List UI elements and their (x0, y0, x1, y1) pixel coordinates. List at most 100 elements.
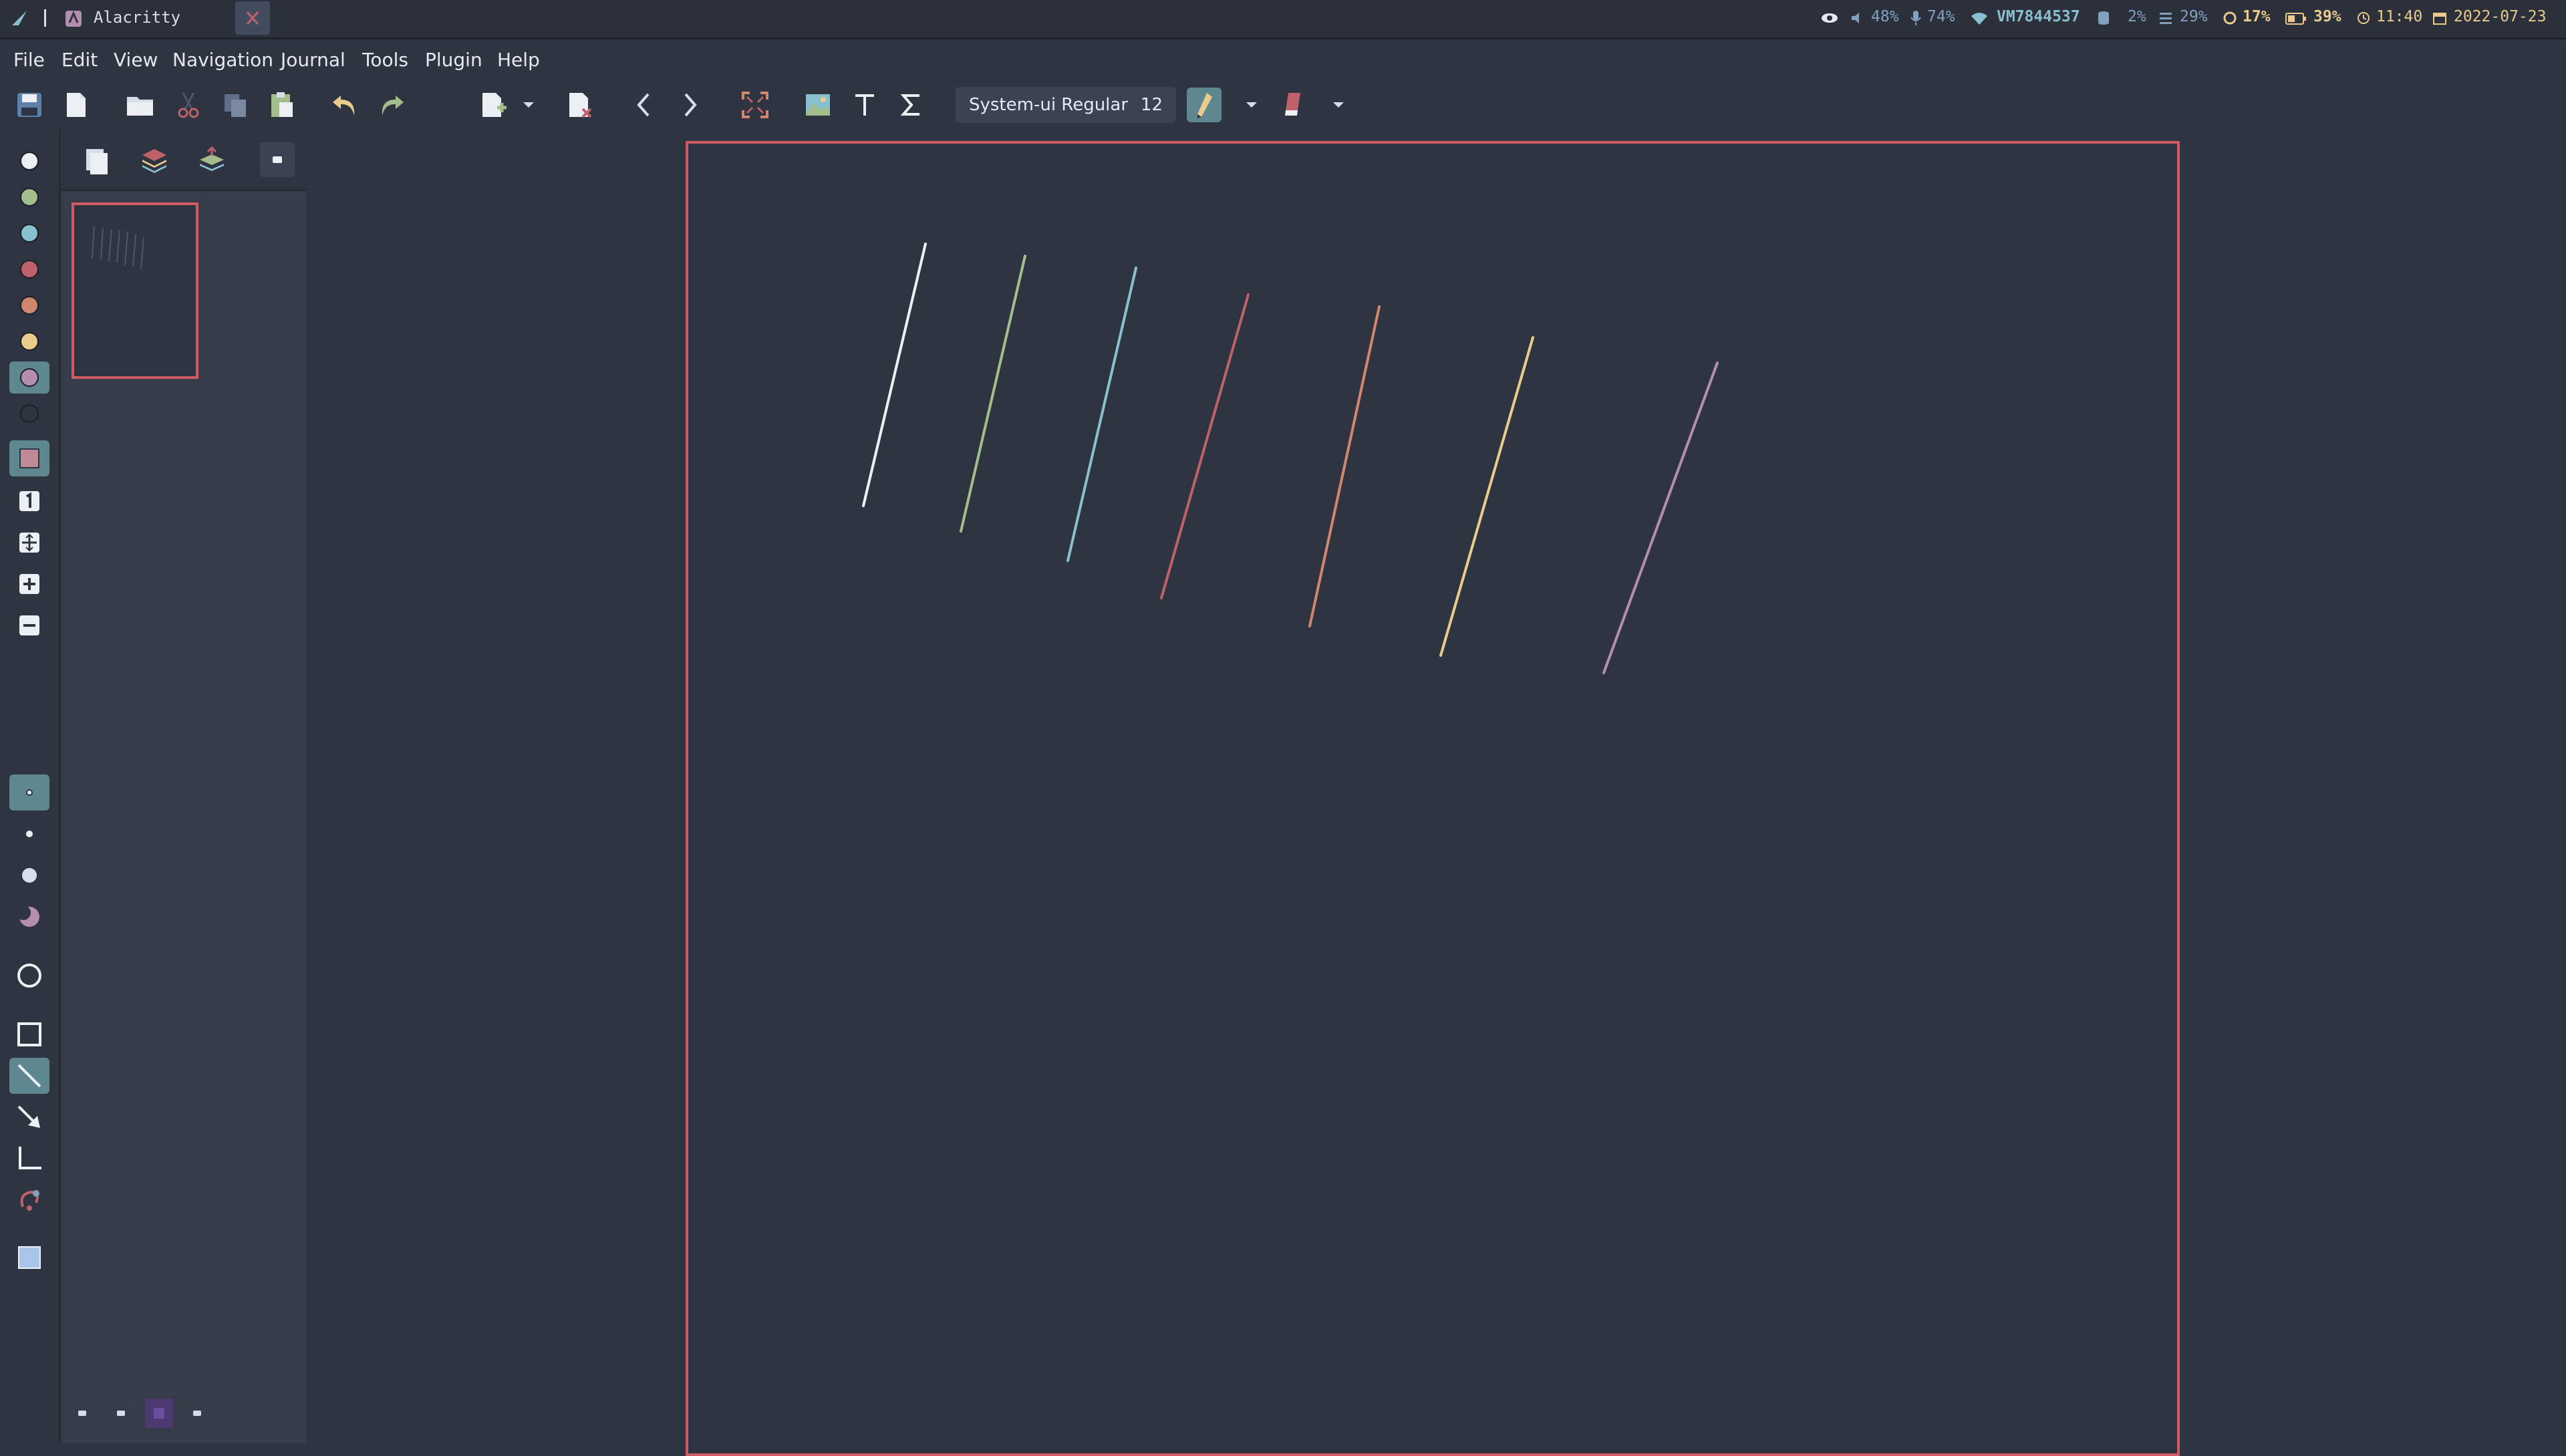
circle-tool-icon[interactable] (9, 958, 49, 994)
menu-view[interactable]: View (114, 49, 158, 71)
menu-navigation[interactable]: Navigation (172, 49, 273, 71)
clock-icon (2356, 11, 2371, 25)
zoom-fit-icon[interactable] (9, 525, 49, 561)
color-swatch (20, 188, 39, 206)
thickness-fine-icon[interactable] (9, 774, 49, 811)
new-page-dropdown-icon[interactable] (519, 88, 539, 122)
swap-icon (2223, 11, 2237, 25)
calendar-date: 2022-07-23 (2454, 8, 2547, 25)
insert-image-icon[interactable] (801, 88, 835, 122)
color-orange-button[interactable] (9, 289, 49, 321)
wifi-icon (1970, 11, 1989, 25)
page-number-icon[interactable] (9, 483, 49, 519)
previous-page-icon[interactable] (627, 88, 662, 122)
sidebar-menu-button[interactable] (260, 142, 295, 177)
color-swatch (20, 296, 39, 315)
main-toolbar: System-ui Regular 12 (0, 81, 2566, 129)
menu-tools[interactable]: Tools (362, 49, 408, 71)
launcher-icon[interactable] (9, 8, 29, 28)
color-red-button[interactable] (9, 253, 49, 285)
thickness-medium-icon[interactable] (9, 816, 49, 852)
drawing-canvas-area[interactable] (309, 129, 2566, 1456)
new-page-icon[interactable] (476, 88, 511, 122)
color-purple-button[interactable] (9, 361, 49, 394)
volume-icon (1850, 11, 1864, 25)
page-strokes (862, 243, 1719, 674)
pen-stroke[interactable] (1066, 267, 1137, 562)
mic-level: 74% (1927, 8, 1955, 25)
workspace-indicator[interactable] (235, 1, 270, 35)
color-yellow-button[interactable] (9, 325, 49, 357)
undo-icon[interactable] (327, 88, 362, 122)
fill-tool-icon[interactable] (9, 440, 49, 476)
pen-stroke[interactable] (1160, 293, 1250, 599)
select-region-icon[interactable] (9, 1240, 49, 1276)
cpu-usage: 2% (2128, 8, 2146, 25)
zoom-in-icon[interactable] (9, 566, 49, 602)
save-icon[interactable] (12, 88, 47, 122)
menu-edit[interactable]: Edit (61, 49, 98, 71)
copy-page-button[interactable] (145, 1399, 173, 1428)
pen-stroke[interactable] (862, 243, 927, 507)
zoom-out-icon[interactable] (9, 607, 49, 643)
menu-plugin[interactable]: Plugin (425, 49, 482, 71)
pen-tool-icon[interactable] (1187, 88, 1222, 122)
delete-page-button[interactable] (185, 1401, 209, 1425)
disk-icon (2097, 11, 2110, 25)
color-black-button[interactable] (9, 398, 49, 430)
system-top-bar: Alacritty 48% 74% VM7844537 2% 29% 17% 3… (0, 0, 2566, 39)
menu-journal[interactable]: Journal (281, 49, 345, 71)
pen-stroke[interactable] (1308, 305, 1381, 627)
clock-time: 11:40 (2376, 8, 2423, 25)
shape-recognizer-icon[interactable] (9, 899, 49, 935)
redo-icon[interactable] (374, 88, 409, 122)
paste-icon[interactable] (265, 88, 299, 122)
pen-dropdown-icon[interactable] (1242, 88, 1262, 122)
pen-stroke[interactable] (960, 255, 1026, 533)
move-page-down-button[interactable] (109, 1401, 133, 1425)
layer-tools-tab-icon[interactable] (192, 141, 232, 181)
wifi-network: VM7844537 (1997, 8, 2080, 25)
coordinate-system-icon[interactable] (9, 1141, 49, 1177)
delete-page-icon[interactable] (563, 88, 597, 122)
font-selector[interactable]: System-ui Regular 12 (956, 87, 1176, 123)
move-page-up-button[interactable] (70, 1401, 94, 1425)
pen-stroke[interactable] (1439, 336, 1534, 657)
tool-palette (0, 129, 61, 1443)
menu-help[interactable]: Help (497, 49, 540, 71)
menu-file[interactable]: File (13, 49, 45, 71)
latex-sigma-icon[interactable] (894, 88, 929, 122)
color-green-button[interactable] (9, 181, 49, 213)
next-page-icon[interactable] (672, 88, 707, 122)
color-white-button[interactable] (9, 145, 49, 177)
pen-stroke[interactable] (1602, 361, 1719, 674)
sidebar (61, 129, 307, 1443)
color-swatch (20, 152, 39, 170)
calendar-icon (2432, 11, 2447, 25)
window-title: Alacritty (94, 8, 181, 27)
volume-level: 48% (1871, 8, 1899, 25)
journal-page[interactable] (686, 141, 2180, 1456)
spline-tool-icon[interactable] (9, 1182, 49, 1218)
cut-icon[interactable] (171, 88, 206, 122)
open-folder-icon[interactable] (123, 88, 158, 122)
memory-usage: 29% (2180, 8, 2208, 25)
fullscreen-icon[interactable] (738, 88, 772, 122)
text-tool-icon[interactable] (847, 88, 882, 122)
page-thumbnail[interactable] (72, 202, 198, 379)
color-swatch (20, 224, 39, 243)
page-preview-tab-icon[interactable] (77, 141, 117, 181)
arrow-tool-icon[interactable] (9, 1099, 49, 1135)
battery-level: 39% (2313, 8, 2341, 25)
eraser-dropdown-icon[interactable] (1328, 88, 1348, 122)
line-tool-icon[interactable] (9, 1058, 49, 1094)
layers-tab-icon[interactable] (134, 141, 174, 181)
sidebar-bottom-bar (61, 1392, 307, 1439)
color-swatch (20, 368, 39, 387)
eraser-tool-icon[interactable] (1276, 88, 1311, 122)
color-cyan-button[interactable] (9, 217, 49, 249)
thickness-thick-icon[interactable] (9, 857, 49, 893)
copy-icon[interactable] (218, 88, 253, 122)
rectangle-tool-icon[interactable] (9, 1016, 49, 1052)
new-document-icon[interactable] (59, 88, 94, 122)
